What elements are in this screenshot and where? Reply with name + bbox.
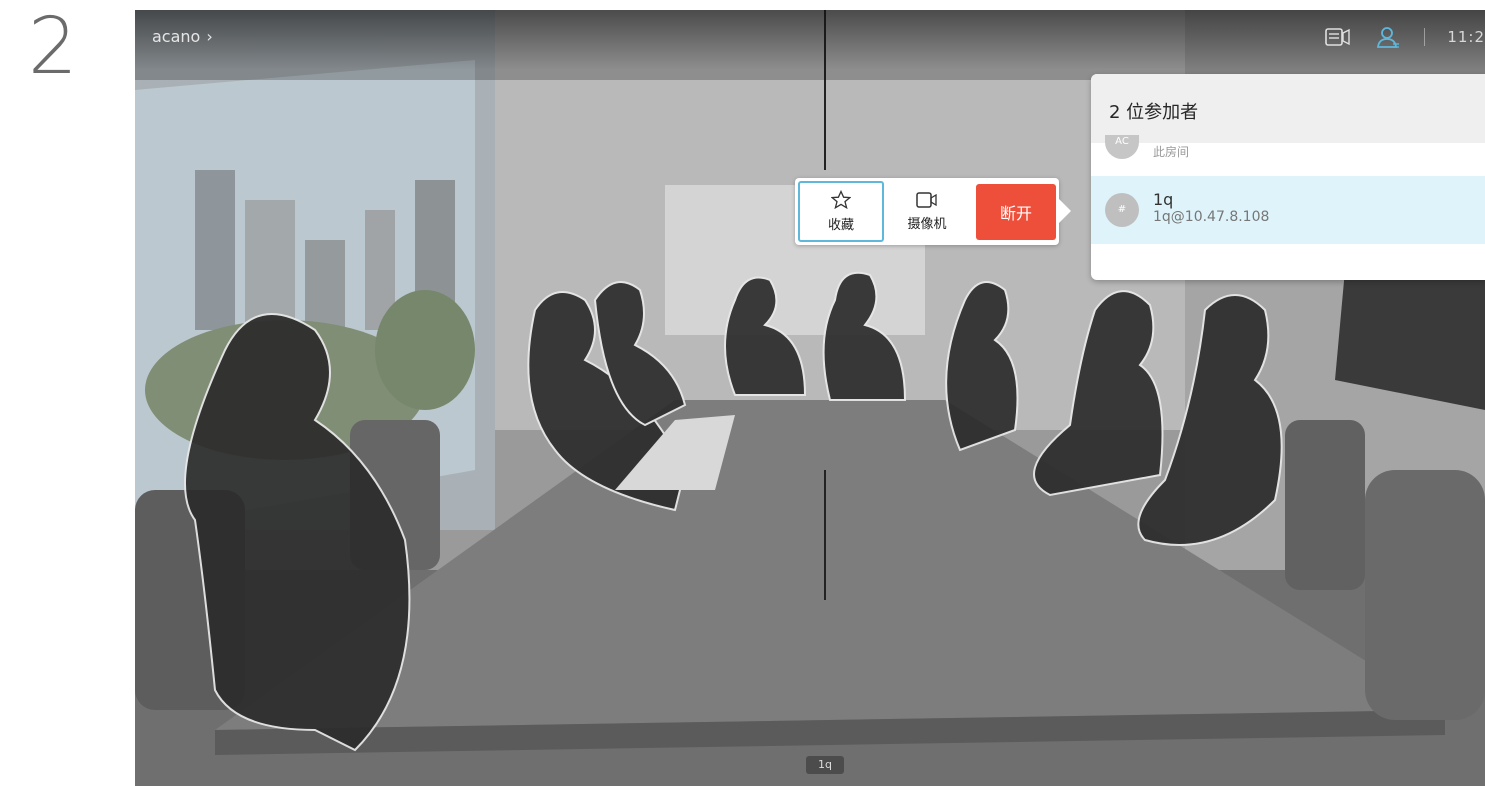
breadcrumb-label: acano — [152, 27, 201, 46]
camera-button[interactable]: 摄像机 — [884, 181, 970, 242]
step-number: 2 — [28, 2, 78, 92]
menu-pointer — [1059, 199, 1071, 223]
video-name-tag: 1q — [806, 756, 844, 774]
participant-row-selected[interactable]: # 1q 1q@10.47.8.108 — [1091, 176, 1485, 244]
participant-row[interactable]: AC 此房间 — [1091, 135, 1485, 173]
avatar: AC — [1105, 135, 1139, 159]
video-screen: acano › 11:2 收藏 摄像机 断开 2 位参加者 AC 此房间 # 1… — [135, 10, 1485, 786]
disconnect-button[interactable]: 断开 — [976, 183, 1056, 240]
participant-address: 1q@10.47.8.108 — [1153, 209, 1270, 225]
participant-subtitle: 此房间 — [1153, 145, 1190, 159]
divider — [1424, 28, 1426, 46]
top-bar: acano › 11:2 — [135, 10, 1485, 70]
participant-name: 1q — [1153, 190, 1174, 209]
participants-icon[interactable] — [1374, 25, 1402, 49]
camera-icon — [916, 192, 937, 208]
top-bar-controls: 11:2 — [1324, 25, 1485, 49]
breadcrumb[interactable]: acano › — [152, 27, 213, 46]
participants-panel-title: 2 位参加者 — [1091, 74, 1485, 143]
favorite-label: 收藏 — [827, 218, 854, 233]
self-view-icon[interactable] — [1324, 25, 1352, 49]
chevron-right-icon: › — [206, 27, 213, 46]
avatar: # — [1105, 193, 1139, 227]
participant-context-menu: 收藏 摄像机 断开 — [795, 178, 1071, 245]
camera-label: 摄像机 — [907, 217, 947, 232]
favorite-button[interactable]: 收藏 — [798, 181, 884, 242]
disconnect-label: 断开 — [999, 203, 1032, 223]
participants-panel: 2 位参加者 AC 此房间 # 1q 1q@10.47.8.108 — [1091, 74, 1485, 280]
clock: 11:2 — [1447, 28, 1485, 46]
star-icon — [831, 190, 851, 210]
